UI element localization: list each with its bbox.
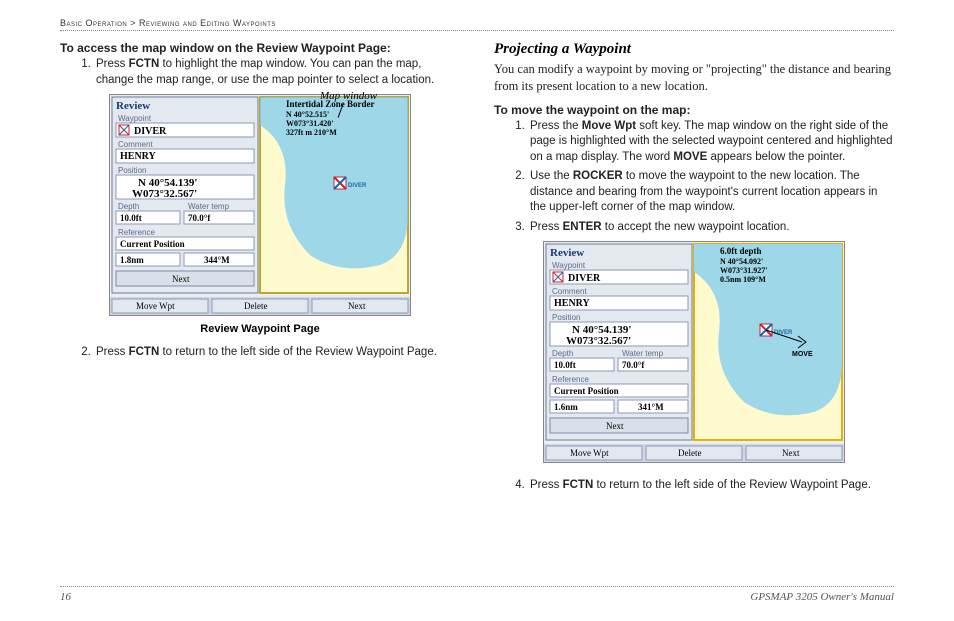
right-body: You can modify a waypoint by moving or "… xyxy=(494,61,894,95)
svg-text:1.8nm: 1.8nm xyxy=(120,255,144,265)
svg-text:DIVER: DIVER xyxy=(348,183,367,189)
svg-text:Reference: Reference xyxy=(552,375,589,384)
svg-text:HENRY: HENRY xyxy=(554,298,591,309)
right-step-4: Press FCTN to return to the left side of… xyxy=(528,478,894,494)
svg-text:Next: Next xyxy=(782,448,800,458)
svg-text:HENRY: HENRY xyxy=(120,151,157,162)
svg-text:Position: Position xyxy=(552,313,580,322)
svg-text:Water temp: Water temp xyxy=(622,349,664,358)
svg-text:N 40°52.515': N 40°52.515' xyxy=(286,110,329,119)
svg-text:10.0ft: 10.0ft xyxy=(120,213,142,223)
manual-title: GPSMAP 3205 Owner's Manual xyxy=(750,591,894,603)
svg-text:DIVER: DIVER xyxy=(134,126,167,137)
left-step-2: Press FCTN to return to the left side of… xyxy=(94,345,460,361)
left-title: To access the map window on the Review W… xyxy=(60,41,460,55)
svg-text:Position: Position xyxy=(118,166,146,175)
right-screenshot-wrap: Review Waypoint DIVER Comment HENRY Posi… xyxy=(494,241,894,468)
svg-text:Waypoint: Waypoint xyxy=(552,261,586,270)
svg-text:Waypoint: Waypoint xyxy=(118,114,152,123)
svg-text:W073°32.567': W073°32.567' xyxy=(566,335,631,347)
map-window-label: Map window xyxy=(320,90,377,102)
svg-text:DIVER: DIVER xyxy=(568,273,601,284)
svg-text:0.5nm 109°M: 0.5nm 109°M xyxy=(720,275,766,284)
svg-text:W073°32.567': W073°32.567' xyxy=(132,188,197,200)
svg-text:344°M: 344°M xyxy=(204,255,230,265)
svg-text:6.0ft depth: 6.0ft depth xyxy=(720,246,762,256)
svg-text:Water temp: Water temp xyxy=(188,202,230,211)
page-number: 16 xyxy=(60,591,71,603)
svg-text:1.6nm: 1.6nm xyxy=(554,402,578,412)
svg-text:W073°31.927': W073°31.927' xyxy=(720,266,767,275)
right-step-3: Press ENTER to accept the new waypoint l… xyxy=(528,220,894,236)
move-waypoint-screenshot: Review Waypoint DIVER Comment HENRY Posi… xyxy=(543,241,845,463)
svg-text:Delete: Delete xyxy=(244,301,267,311)
svg-text:Reference: Reference xyxy=(118,228,155,237)
svg-text:70.0°f: 70.0°f xyxy=(188,213,211,223)
svg-text:Move Wpt: Move Wpt xyxy=(570,448,609,458)
svg-text:Comment: Comment xyxy=(118,140,153,149)
review-waypoint-screenshot: Review Waypoint DIVER Comment HENRY Posi… xyxy=(109,94,411,316)
svg-text:Review: Review xyxy=(116,100,150,112)
svg-text:Review: Review xyxy=(550,247,584,259)
svg-text:Move Wpt: Move Wpt xyxy=(136,301,175,311)
breadcrumb: Basic Operation > Reviewing and Editing … xyxy=(60,18,894,31)
svg-text:Depth: Depth xyxy=(118,202,139,211)
page-footer: 16 GPSMAP 3205 Owner's Manual xyxy=(60,586,894,603)
svg-text:Current Position: Current Position xyxy=(120,239,185,249)
svg-text:MOVE: MOVE xyxy=(792,351,813,358)
svg-text:70.0°f: 70.0°f xyxy=(622,360,645,370)
svg-text:W073°31.420': W073°31.420' xyxy=(286,119,333,128)
svg-text:10.0ft: 10.0ft xyxy=(554,360,576,370)
svg-text:341°M: 341°M xyxy=(638,402,664,412)
right-title: To move the waypoint on the map: xyxy=(494,103,894,117)
svg-text:Next: Next xyxy=(606,421,624,431)
svg-text:327ft m 210°M: 327ft m 210°M xyxy=(286,128,337,137)
svg-text:Current Position: Current Position xyxy=(554,386,619,396)
svg-text:Next: Next xyxy=(172,274,190,284)
svg-text:Comment: Comment xyxy=(552,287,587,296)
svg-text:Delete: Delete xyxy=(678,448,701,458)
svg-text:N 40°54.092': N 40°54.092' xyxy=(720,257,763,266)
svg-text:Depth: Depth xyxy=(552,349,573,358)
right-step-2: Use the ROCKER to move the waypoint to t… xyxy=(528,169,894,216)
breadcrumb-section: Basic Operation xyxy=(60,18,127,28)
left-screenshot-wrap: Map window Review Waypoint DIVER Comment… xyxy=(60,94,460,335)
svg-text:Next: Next xyxy=(348,301,366,311)
right-heading: Projecting a Waypoint xyxy=(494,41,894,58)
right-step-1: Press the Move Wpt soft key. The map win… xyxy=(528,119,894,166)
breadcrumb-sub: Reviewing and Editing Waypoints xyxy=(139,18,276,28)
left-caption: Review Waypoint Page xyxy=(60,323,460,335)
svg-text:DIVER: DIVER xyxy=(774,330,793,336)
left-step-1: Press FCTN to highlight the map window. … xyxy=(94,57,460,88)
